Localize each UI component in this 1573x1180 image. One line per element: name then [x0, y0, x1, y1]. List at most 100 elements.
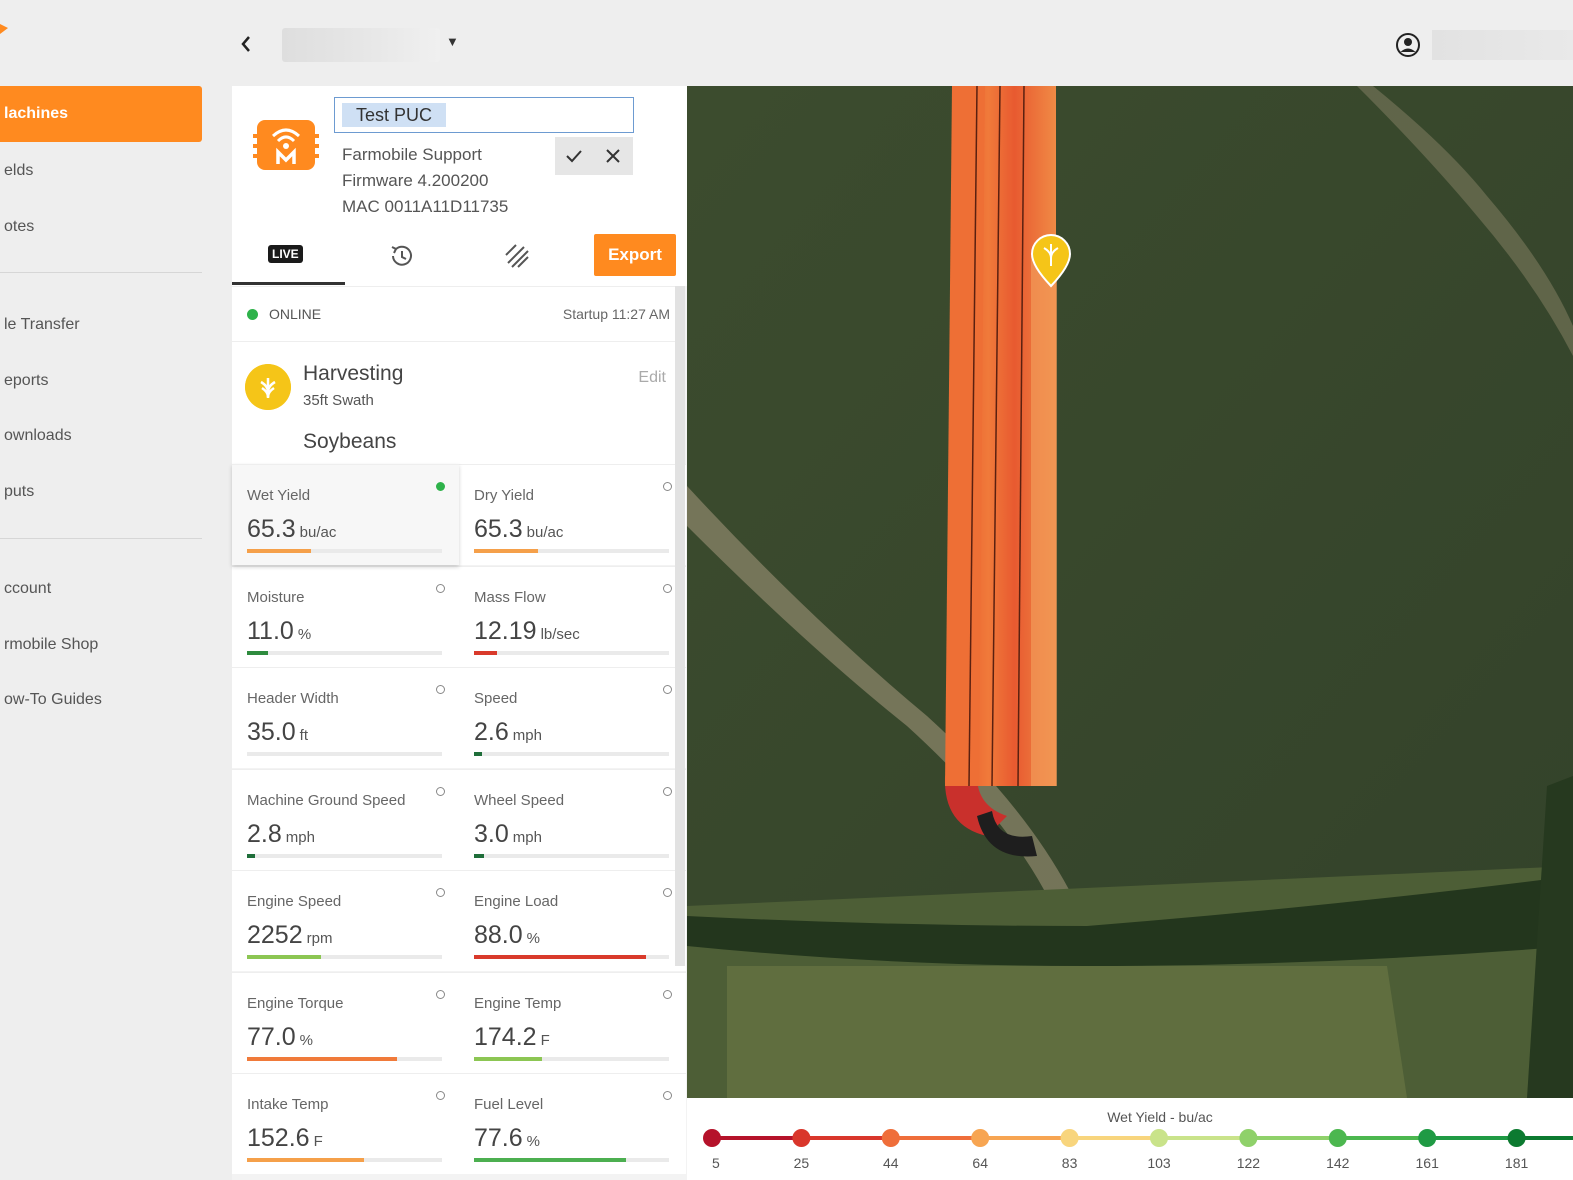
- metric-label: Engine Torque: [247, 994, 344, 1012]
- metric-unit: bu/ac: [299, 524, 337, 541]
- metric-tile[interactable]: Wet Yield 65.3 bu/ac: [232, 464, 459, 565]
- metric-toggle-icon[interactable]: [436, 583, 445, 593]
- metric-label: Fuel Level: [474, 1096, 544, 1113]
- legend-stop-marker: [1239, 1129, 1258, 1147]
- legend-stop-marker: [1507, 1129, 1526, 1147]
- metric-bar-fill: [247, 853, 255, 858]
- metric-tile[interactable]: Dry Yield 65.3 bu/ac: [459, 464, 686, 565]
- metric-tile[interactable]: Fuel Level 77.6%: [459, 1073, 686, 1174]
- metric-value: 11.0%: [247, 617, 311, 646]
- metric-unit: F: [313, 1133, 323, 1150]
- metric-bar-fill: [474, 1056, 543, 1061]
- back-button[interactable]: [234, 30, 258, 58]
- metric-tile[interactable]: Header Width 35.0 ft: [232, 667, 459, 768]
- legend-tick-label: 64: [972, 1155, 988, 1171]
- sidebar-item-inputs[interactable]: puts: [4, 483, 34, 501]
- device-name-value: Test PUC: [342, 103, 447, 127]
- brand-logo-icon[interactable]: [0, 22, 10, 36]
- export-button[interactable]: Export: [594, 234, 676, 276]
- operation-swath: 35ft Swath: [303, 392, 374, 409]
- metric-value: 2.8 mph: [247, 820, 315, 849]
- metric-unit: %: [297, 625, 312, 643]
- online-status-icon: [247, 309, 258, 320]
- cancel-button[interactable]: [599, 143, 627, 169]
- sidebar-item-reports[interactable]: eports: [4, 372, 48, 390]
- metric-bar-fill: [474, 955, 646, 959]
- device-name-input[interactable]: Test PUC: [334, 97, 634, 133]
- metric-value: 2252 rpm: [247, 921, 332, 950]
- chevron-down-icon[interactable]: ▼: [446, 34, 459, 49]
- metric-toggle-icon[interactable]: [436, 685, 445, 694]
- metric-bar: [247, 853, 442, 858]
- metric-tile[interactable]: Intake Temp 152.6 F: [232, 1073, 459, 1174]
- metric-toggle-icon[interactable]: [436, 786, 445, 796]
- yield-map[interactable]: [687, 86, 1573, 1098]
- metric-toggle-icon[interactable]: [436, 989, 445, 999]
- metric-bar: [247, 955, 442, 959]
- metric-tile[interactable]: Mass Flow 12.19 lb/sec: [459, 565, 686, 667]
- metric-bar: [474, 752, 669, 756]
- history-icon[interactable]: [386, 241, 416, 271]
- user-name[interactable]: [1432, 30, 1573, 60]
- metric-number: 174.2: [474, 1022, 537, 1051]
- metric-bar: [474, 853, 669, 858]
- legend-tick-label: 83: [1062, 1155, 1078, 1171]
- confirm-button[interactable]: [560, 143, 588, 169]
- metric-toggle-icon[interactable]: [663, 685, 672, 694]
- legend-tick-label: 142: [1326, 1155, 1350, 1171]
- legend-tick-label: 103: [1147, 1155, 1171, 1171]
- metric-tile[interactable]: Engine Torque 77.0%: [232, 971, 459, 1073]
- metric-unit: %: [526, 930, 541, 947]
- metric-toggle-icon[interactable]: [436, 482, 445, 491]
- sidebar-item-machines[interactable]: lachines: [0, 86, 202, 142]
- close-icon: [606, 149, 620, 163]
- sidebar-item-farmobile-shop[interactable]: rmobile Shop: [4, 636, 98, 654]
- sidebar-item-downloads[interactable]: ownloads: [4, 427, 72, 445]
- sidebar-item-account[interactable]: ccount: [4, 580, 51, 598]
- metric-tile[interactable]: Engine Temp 174.2 F: [459, 971, 686, 1073]
- metric-toggle-icon[interactable]: [663, 888, 672, 897]
- metric-toggle-icon[interactable]: [436, 888, 445, 897]
- legend-stop-marker: [1060, 1129, 1079, 1147]
- metric-tile[interactable]: Speed 2.6 mph: [459, 667, 686, 768]
- metric-label: Mass Flow: [474, 588, 546, 606]
- user-circle-icon[interactable]: [1395, 32, 1421, 58]
- metric-toggle-icon[interactable]: [663, 1091, 672, 1100]
- metric-toggle-icon[interactable]: [663, 583, 672, 593]
- metric-tile[interactable]: Engine Speed 2252 rpm: [232, 870, 459, 971]
- metric-value: 65.3 bu/ac: [474, 515, 563, 544]
- operation-card: Harvesting 35ft Swath Soybeans Edit: [232, 341, 678, 464]
- sidebar-item-how-to-guides[interactable]: ow-To Guides: [4, 691, 102, 709]
- status-row: ONLINE Startup 11:27 AM: [232, 286, 678, 341]
- wheat-icon: [245, 364, 291, 410]
- metric-tile[interactable]: Machine Ground Speed 2.8 mph: [232, 768, 459, 870]
- metric-value: 88.0%: [474, 921, 540, 950]
- metric-number: 65.3: [247, 515, 296, 543]
- metric-toggle-icon[interactable]: [663, 482, 672, 491]
- metric-bar-fill: [474, 752, 482, 756]
- metric-label: Speed: [474, 690, 518, 707]
- metric-unit: ft: [299, 727, 309, 744]
- tab-live[interactable]: LIVE: [268, 245, 303, 263]
- metric-label: Header Width: [247, 690, 339, 707]
- metric-number: 12.19: [474, 616, 537, 645]
- sidebar-item-notes[interactable]: otes: [4, 218, 34, 236]
- metric-bar-fill: [474, 1158, 627, 1162]
- sidebar-item-file-transfer[interactable]: le Transfer: [4, 316, 80, 334]
- map-canvas[interactable]: [687, 86, 1573, 1098]
- metric-unit: mph: [512, 828, 542, 846]
- metric-toggle-icon[interactable]: [663, 786, 672, 796]
- metric-label: Engine Speed: [247, 893, 342, 910]
- metric-tile[interactable]: Wheel Speed 3.0 mph: [459, 768, 686, 870]
- sidebar-item-fields[interactable]: elds: [4, 162, 33, 180]
- coverage-hatch-icon[interactable]: [502, 241, 532, 271]
- metric-bar: [474, 650, 669, 655]
- device-selector[interactable]: [282, 28, 440, 62]
- metric-tile[interactable]: Engine Load 88.0%: [459, 870, 686, 971]
- metric-toggle-icon[interactable]: [436, 1091, 445, 1100]
- edit-operation-link[interactable]: Edit: [638, 369, 666, 387]
- metric-tile[interactable]: Moisture 11.0%: [232, 565, 459, 667]
- metric-toggle-icon[interactable]: [663, 989, 672, 999]
- metric-bar: [247, 1158, 442, 1162]
- scrollbar[interactable]: [675, 286, 685, 966]
